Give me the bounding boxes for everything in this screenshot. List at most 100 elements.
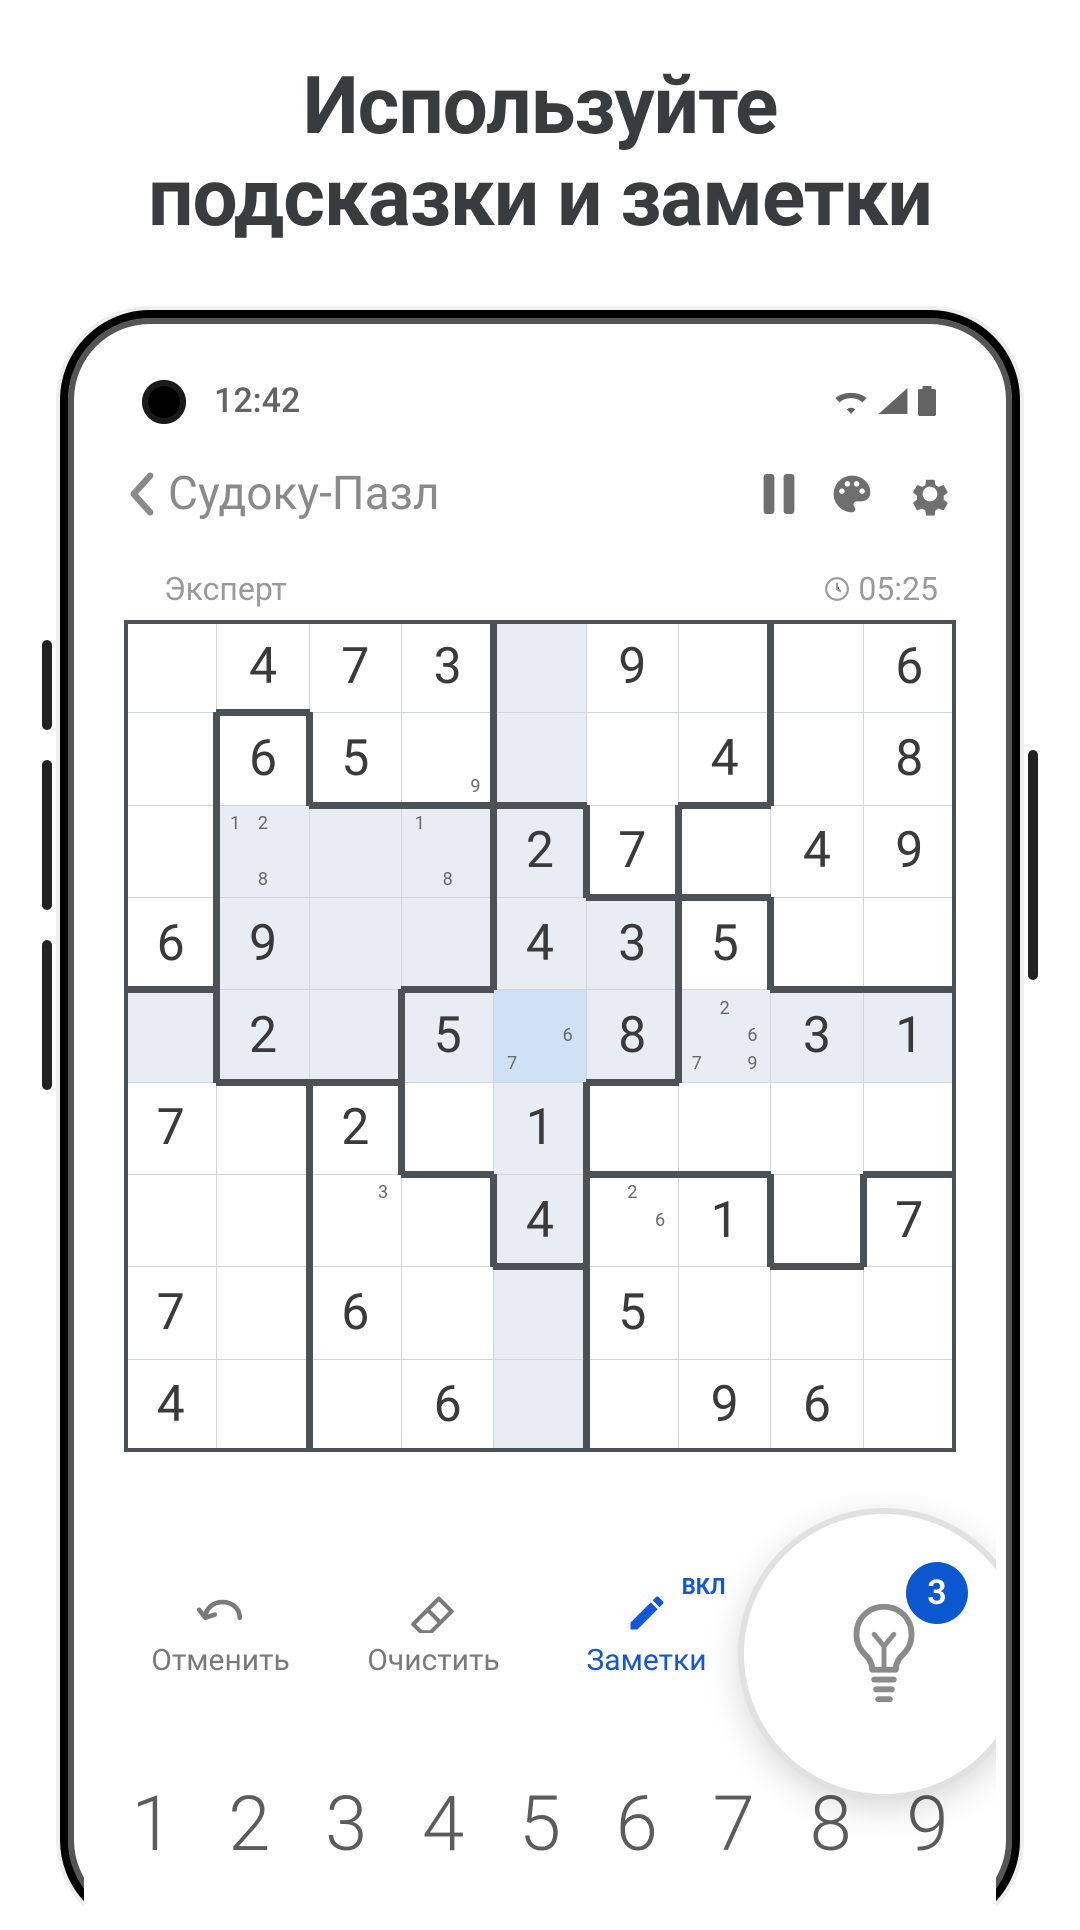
cell-2-2[interactable] [309,805,401,897]
cell-3-3[interactable] [401,897,493,989]
cell-5-2[interactable]: 2 [309,1082,401,1174]
cell-8-5[interactable] [586,1359,678,1451]
numpad-6[interactable]: 6 [592,1779,682,1869]
cell-6-6[interactable]: 1 [678,1174,770,1266]
cell-7-4[interactable] [494,1267,586,1359]
cell-8-3[interactable]: 6 [401,1359,493,1451]
numpad-3[interactable]: 3 [301,1779,391,1869]
cell-4-5[interactable]: 8 [586,990,678,1082]
cell-6-1[interactable] [217,1174,309,1266]
cell-4-4[interactable]: 67 [494,990,586,1082]
cell-7-7[interactable] [771,1267,863,1359]
cell-6-0[interactable] [125,1174,217,1266]
undo-button[interactable]: Отменить [136,1591,306,1678]
cell-4-0[interactable] [125,990,217,1082]
cell-5-5[interactable] [586,1082,678,1174]
cell-2-6[interactable] [678,805,770,897]
cell-6-8[interactable]: 7 [863,1174,955,1266]
erase-button[interactable]: Очистить [349,1591,519,1678]
sudoku-board[interactable]: 4739665948128182749694352567826793172134… [124,620,956,1452]
numpad-2[interactable]: 2 [204,1779,294,1869]
cell-8-0[interactable]: 4 [125,1359,217,1451]
cell-1-7[interactable] [771,713,863,805]
numpad-8[interactable]: 8 [786,1779,876,1869]
cell-5-7[interactable] [771,1082,863,1174]
numpad-7[interactable]: 7 [689,1779,779,1869]
cell-2-3[interactable]: 18 [401,805,493,897]
cell-4-3[interactable]: 5 [401,990,493,1082]
cell-3-6[interactable]: 5 [678,897,770,989]
cell-8-2[interactable] [309,1359,401,1451]
cell-6-5[interactable]: 26 [586,1174,678,1266]
cell-8-1[interactable] [217,1359,309,1451]
cell-7-3[interactable] [401,1267,493,1359]
hint-button[interactable]: 3 [744,1514,996,1794]
cell-1-6[interactable]: 4 [678,713,770,805]
cell-2-7[interactable]: 4 [771,805,863,897]
cell-0-7[interactable] [771,621,863,713]
cell-2-1[interactable]: 128 [217,805,309,897]
cell-4-2[interactable] [309,990,401,1082]
cell-0-3[interactable]: 3 [401,621,493,713]
gear-icon[interactable] [908,472,952,516]
cell-7-5[interactable]: 5 [586,1267,678,1359]
cell-3-0[interactable]: 6 [125,897,217,989]
cell-8-7[interactable]: 6 [771,1359,863,1451]
cell-1-1[interactable]: 6 [217,713,309,805]
cell-0-4[interactable] [494,621,586,713]
cell-7-6[interactable] [678,1267,770,1359]
pause-icon[interactable] [762,474,796,514]
cell-7-8[interactable] [863,1267,955,1359]
cell-8-6[interactable]: 9 [678,1359,770,1451]
cell-0-6[interactable] [678,621,770,713]
numpad-4[interactable]: 4 [398,1779,488,1869]
cell-1-3[interactable]: 9 [401,713,493,805]
cell-1-8[interactable]: 8 [863,713,955,805]
cell-3-7[interactable] [771,897,863,989]
cell-6-2[interactable]: 3 [309,1174,401,1266]
back-icon[interactable] [128,472,154,516]
cell-2-0[interactable] [125,805,217,897]
cell-7-2[interactable]: 6 [309,1267,401,1359]
cell-8-8[interactable] [863,1359,955,1451]
cell-3-2[interactable] [309,897,401,989]
cell-5-1[interactable] [217,1082,309,1174]
cell-0-1[interactable]: 4 [217,621,309,713]
cell-1-2[interactable]: 5 [309,713,401,805]
cell-4-1[interactable]: 2 [217,990,309,1082]
palette-icon[interactable] [830,472,874,516]
cell-7-1[interactable] [217,1267,309,1359]
cell-5-0[interactable]: 7 [125,1082,217,1174]
cell-0-8[interactable]: 6 [863,621,955,713]
cell-5-3[interactable] [401,1082,493,1174]
cell-6-7[interactable] [771,1174,863,1266]
cell-0-0[interactable] [125,621,217,713]
cell-4-6[interactable]: 2679 [678,990,770,1082]
cell-5-6[interactable] [678,1082,770,1174]
cell-7-0[interactable]: 7 [125,1267,217,1359]
cell-2-8[interactable]: 9 [863,805,955,897]
cell-5-8[interactable] [863,1082,955,1174]
status-time: 12:42 [214,381,834,421]
cell-4-7[interactable]: 3 [771,990,863,1082]
cell-3-4[interactable]: 4 [494,897,586,989]
cell-5-4[interactable]: 1 [494,1082,586,1174]
cell-3-5[interactable]: 3 [586,897,678,989]
cell-3-8[interactable] [863,897,955,989]
cell-0-5[interactable]: 9 [586,621,678,713]
cell-6-4[interactable]: 4 [494,1174,586,1266]
cell-4-8[interactable]: 1 [863,990,955,1082]
pencil-icon [625,1591,669,1635]
cell-2-4[interactable]: 2 [494,805,586,897]
cell-0-2[interactable]: 7 [309,621,401,713]
cell-1-5[interactable] [586,713,678,805]
numpad-5[interactable]: 5 [495,1779,585,1869]
cell-1-4[interactable] [494,713,586,805]
cell-1-0[interactable] [125,713,217,805]
cell-2-5[interactable]: 7 [586,805,678,897]
cell-6-3[interactable] [401,1174,493,1266]
cell-8-4[interactable] [494,1359,586,1451]
notes-button[interactable]: ВКЛ Заметки [562,1591,732,1678]
numpad-1[interactable]: 1 [107,1779,197,1869]
cell-3-1[interactable]: 9 [217,897,309,989]
